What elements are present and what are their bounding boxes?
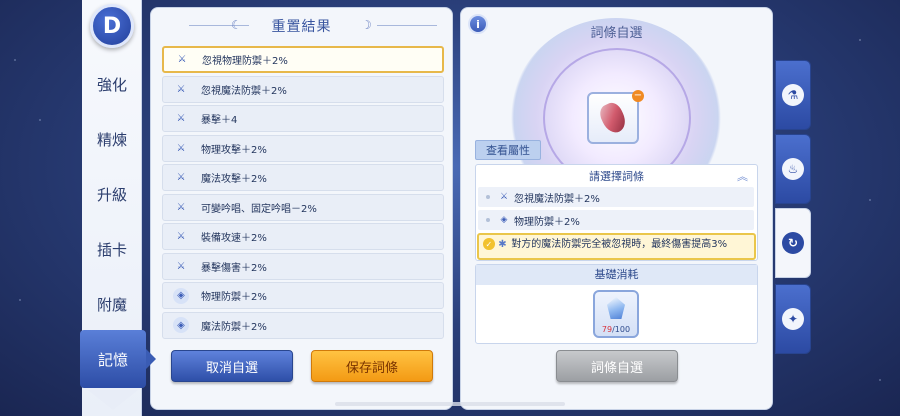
home-indicator [335,402,565,406]
entry-select-heading: 請選擇詞條 [589,170,644,183]
sword-icon: ⚔ [176,113,186,124]
bullet-dot [486,218,490,222]
result-row[interactable]: ⚔ 暴擊傷害＋2% [162,252,444,280]
nav-item-card[interactable]: 插卡 [82,229,142,269]
result-row[interactable]: ⚔ 可變吟唱、固定吟唱－2% [162,193,444,221]
result-row-label: 可變吟唱、固定吟唱－2% [201,203,317,215]
entry-select-button[interactable]: 詞條自選 [556,350,678,382]
nav-item-memory[interactable]: 記憶 [80,330,156,388]
equipment-slot[interactable] [587,92,639,144]
entry-select-title: 詞條自選 [590,26,643,41]
result-row-label: 忽視魔法防禦＋2% [201,85,287,97]
result-row-label: 魔法防禦＋2% [201,321,267,333]
result-row[interactable]: ⚔ 裝備攻速＋2% [162,223,444,250]
shield-icon: ◈ [173,287,189,304]
sparkle-icon: ✦ [782,308,804,330]
sword-icon: ⚔ [499,192,509,202]
sword-icon: ⚔ [176,201,186,213]
entry-option[interactable]: ⚔ 忽視魔法防禦＋2% [478,187,754,207]
result-row[interactable]: ⚔ 物理攻擊＋2% [162,134,444,162]
back-icon: D [102,13,122,39]
entry-option-label: 物理防禦＋2% [514,216,580,228]
result-row-label: 魔法攻擊＋2% [201,174,267,185]
result-row-label: 物理防禦＋2% [201,292,267,303]
entry-option[interactable]: ◈ 物理防禦＋2% [478,210,754,230]
entry-option-label: 忽視魔法防禦＋2% [514,193,600,205]
result-row[interactable]: ⚔ 暴擊＋4 [162,105,444,132]
sword-icon: ⚔ [176,142,186,154]
moon-deco-icon: ☽ [361,18,372,32]
base-cost-title: 基礎消耗 [476,265,757,285]
result-row[interactable]: ◈ 魔法防禦＋2% [162,311,444,339]
result-row[interactable]: ◈ 物理防禦＋2% [162,282,444,309]
shield-icon: ◈ [173,317,189,333]
reset-result-title: 重置結果 [271,19,332,35]
back-button[interactable]: D [90,4,134,48]
nav-item-upgrade[interactable]: 升級 [82,174,142,214]
sword-icon: ⚔ [177,54,187,65]
nav-item-refine[interactable]: 精煉 [82,119,142,159]
result-list: ⚔ 忽視物理防禦＋2% ⚔ 忽視魔法防禦＋2% ⚔ 暴擊＋4 ⚔ 物理攻擊＋2% ⚔ 魔法… [162,46,444,341]
result-row[interactable]: ⚔ 忽視魔法防禦＋2% [162,75,444,103]
remove-item-icon[interactable]: − [632,90,644,102]
title-divider-right [377,25,437,26]
cost-have-count: 79 [601,325,613,334]
cancel-selection-button[interactable]: 取消自選 [171,350,293,382]
sword-icon: ⚔ [176,83,186,95]
tab-flask[interactable]: ♨ [775,134,811,204]
equipment-gem-icon [596,99,630,137]
view-attributes-button[interactable]: 查看屬性 [475,140,541,160]
cost-material-count: 79/100 [593,325,639,334]
result-row-label: 物理攻擊＋2% [201,144,267,156]
result-row-label: 暴擊＋4 [201,115,238,126]
sword-icon: ⚔ [176,172,186,183]
collapse-chevron-icon[interactable]: ︽ [737,168,748,184]
sword-icon: ⚔ [176,231,186,242]
save-entry-button[interactable]: 保存詞條 [311,350,433,382]
tab-sparkle[interactable]: ✦ [775,284,811,354]
shield-icon: ◈ [500,215,508,225]
refresh-icon: ↻ [782,232,804,254]
snowflake-icon: ✱ [498,238,507,250]
nav-item-enchant[interactable]: 附魔 [82,284,142,324]
bullet-dot [486,195,490,199]
cost-need-count: /100 [612,325,631,334]
entry-description: ✓ ✱ 對方的魔法防禦完全被忽視時，最終傷害提高3% [477,233,756,260]
entry-description-text: 對方的魔法防禦完全被忽視時，最終傷害提高3% [511,239,728,250]
tab-potion[interactable]: ⚗ [775,60,811,130]
potion-icon: ⚗ [782,84,804,106]
crystal-icon [607,297,625,319]
sword-icon: ⚔ [176,260,186,272]
nav-item-enhance[interactable]: 強化 [82,64,142,104]
result-row[interactable]: ⚔ 忽視物理防禦＋2% [162,46,444,73]
result-row-label: 暴擊傷害＋2% [201,262,267,274]
result-row-label: 忽視物理防禦＋2% [202,56,288,67]
tab-refresh[interactable]: ↻ [775,208,811,278]
check-badge-icon: ✓ [483,238,495,250]
flask-icon: ♨ [782,158,804,180]
result-row-label: 裝備攻速＋2% [201,233,267,244]
result-row[interactable]: ⚔ 魔法攻擊＋2% [162,164,444,191]
